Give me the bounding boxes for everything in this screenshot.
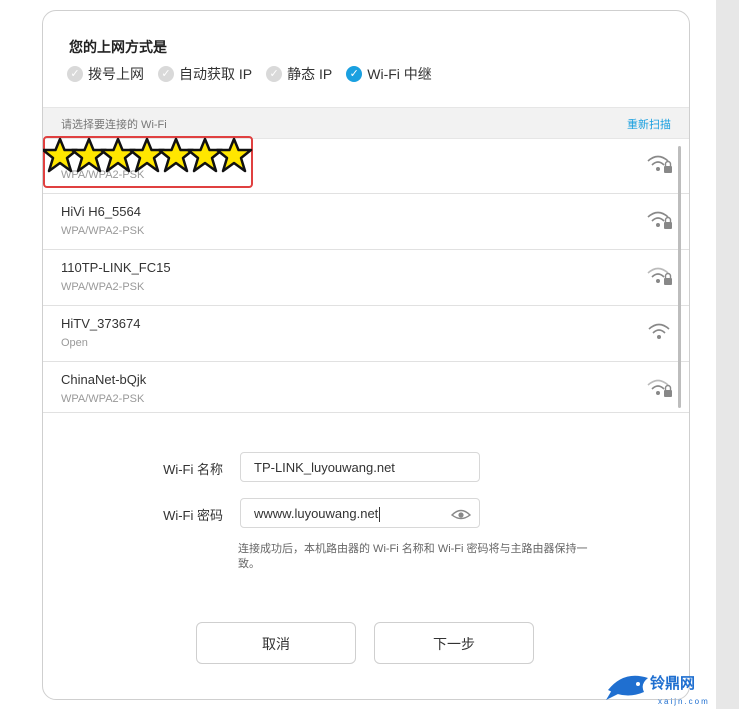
next-button[interactable]: 下一步 (374, 622, 534, 664)
text-caret (379, 507, 381, 523)
wifi-list-hint: 请选择要连接的 Wi-Fi (61, 119, 167, 131)
redaction-stars-icon (43, 137, 253, 173)
wifi-password-label: Wi-Fi 密码 (163, 508, 223, 523)
watermark-text: 铃鼎网 (650, 675, 696, 692)
radio-unchecked-icon: ✓ (158, 66, 174, 82)
mode-dhcp[interactable]: ✓ 自动获取 IP (158, 64, 252, 84)
wifi-name-value: TP-LINK_luyouwang.net (254, 460, 395, 475)
wifi-password-value: wwww.luyouwang.net (254, 506, 379, 521)
wifi-ssid: 110TP-LINK_FC15 (61, 260, 171, 275)
wifi-open-icon (648, 323, 670, 339)
wifi-relay-panel: 您的上网方式是 ✓ 拨号上网 ✓ 自动获取 IP ✓ 静态 IP ✓ Wi-Fi… (42, 10, 690, 700)
wifi-locked-icon (647, 267, 672, 285)
wifi-network-list: WPA/WPA2-PSK HiVi H6_5564 WPA/WPA2-PSK 1… (43, 138, 689, 413)
relay-note: 连接成功后，本机路由器的 Wi-Fi 名称和 Wi-Fi 密码将与主路由器保持一… (238, 543, 588, 570)
wifi-name-label: Wi-Fi 名称 (163, 462, 223, 477)
radio-unchecked-icon: ✓ (67, 66, 83, 82)
connection-mode-group: ✓ 拨号上网 ✓ 自动获取 IP ✓ 静态 IP ✓ Wi-Fi 中继 (67, 64, 446, 84)
wifi-ssid: HiTV_373674 (61, 316, 141, 331)
show-password-eye-icon[interactable] (451, 506, 471, 522)
wifi-name-field[interactable]: TP-LINK_luyouwang.net (240, 452, 480, 482)
wifi-row[interactable]: HiTV_373674 Open (43, 306, 689, 362)
wifi-security: Open (61, 337, 88, 349)
wifi-security: WPA/WPA2-PSK (61, 393, 145, 405)
wifi-locked-icon (647, 211, 672, 229)
wifi-row[interactable]: ChinaNet-bQjk WPA/WPA2-PSK (43, 362, 689, 412)
rescan-link[interactable]: 重新扫描 (627, 116, 671, 132)
page-title: 您的上网方式是 (69, 39, 167, 55)
mode-wifi-relay[interactable]: ✓ Wi-Fi 中继 (346, 64, 432, 84)
radio-checked-icon: ✓ (346, 66, 363, 82)
wifi-security: WPA/WPA2-PSK (61, 225, 145, 237)
radio-unchecked-icon: ✓ (266, 66, 283, 82)
mode-label: 拨号上网 (88, 66, 144, 82)
wifi-ssid: ChinaNet-bQjk (61, 372, 147, 387)
list-scrollbar[interactable] (678, 146, 681, 408)
wifi-locked-icon (647, 155, 672, 173)
watermark-domain: xaijn.com (658, 697, 710, 706)
wifi-password-field[interactable]: wwww.luyouwang.net (240, 498, 480, 528)
mode-label: 自动获取 IP (179, 66, 253, 82)
mode-label: Wi-Fi 中继 (367, 66, 432, 82)
wifi-row[interactable]: 110TP-LINK_FC15 WPA/WPA2-PSK (43, 250, 689, 306)
background-strip (716, 0, 739, 709)
cancel-button[interactable]: 取消 (196, 622, 356, 664)
mode-static-ip[interactable]: ✓ 静态 IP (266, 64, 332, 84)
wifi-ssid: HiVi H6_5564 (61, 204, 141, 219)
wifi-locked-icon (647, 379, 672, 397)
wifi-row[interactable]: HiVi H6_5564 WPA/WPA2-PSK (43, 194, 689, 250)
wifi-security: WPA/WPA2-PSK (61, 281, 145, 293)
mode-dialup[interactable]: ✓ 拨号上网 (67, 64, 144, 84)
mode-label: 静态 IP (287, 66, 333, 82)
